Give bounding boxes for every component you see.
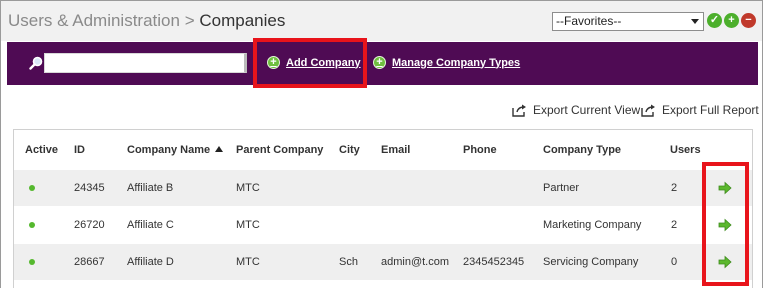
favorites-selected-value: --Favorites-- <box>556 14 622 28</box>
cell-company-type: Servicing Company <box>543 256 639 268</box>
search-icon <box>29 56 43 70</box>
export-full-report-button[interactable]: Export Full Report <box>641 103 759 117</box>
active-status-dot <box>29 222 35 228</box>
page-header: Users & Administration > Companies --Fav… <box>1 1 762 41</box>
cell-id: 24345 <box>74 182 105 194</box>
cell-phone: 2345452345 <box>463 256 525 268</box>
manage-company-types-label: Manage Company Types <box>392 56 521 69</box>
export-full-report-label: Export Full Report <box>662 103 759 117</box>
cell-city: Sch <box>339 256 358 268</box>
minus-icon[interactable]: − <box>741 13 756 28</box>
column-header-id[interactable]: ID <box>74 144 85 156</box>
cell-parent-company: MTC <box>236 256 260 268</box>
cell-parent-company: MTC <box>236 219 260 231</box>
export-icon <box>512 104 526 117</box>
column-header-company-type[interactable]: Company Type <box>543 144 621 156</box>
plus-circle-icon: + <box>373 56 386 69</box>
companies-table: Active ID Company Name Parent Company Ci… <box>13 129 753 288</box>
table-row[interactable]: 26720 Affiliate C MTC Marketing Company … <box>14 207 752 243</box>
toolbar: + Add Company + Manage Company Types <box>7 42 758 85</box>
cell-users: 2 <box>671 219 678 231</box>
export-current-view-button[interactable]: Export Current View <box>512 103 640 117</box>
highlight-add-company <box>253 38 367 88</box>
cell-parent-company: MTC <box>236 182 260 194</box>
column-header-email[interactable]: Email <box>381 144 410 156</box>
cell-users: 2 <box>671 182 678 194</box>
table-row[interactable]: 28667 Affiliate D MTC Sch admin@t.com 23… <box>14 244 752 280</box>
chevron-down-icon <box>691 19 699 24</box>
cell-users: 0 <box>671 256 678 268</box>
cell-id: 26720 <box>74 219 105 231</box>
cell-company-name: Affiliate B <box>127 182 174 194</box>
cell-company-name: Affiliate D <box>127 256 174 268</box>
column-header-phone[interactable]: Phone <box>463 144 497 156</box>
column-header-active[interactable]: Active <box>25 144 58 156</box>
cell-id: 28667 <box>74 256 105 268</box>
active-status-dot <box>29 185 35 191</box>
search-input[interactable] <box>44 53 247 73</box>
app-window: Users & Administration > Companies --Fav… <box>0 0 763 288</box>
column-header-city[interactable]: City <box>339 144 360 156</box>
check-icon[interactable]: ✓ <box>707 13 722 28</box>
breadcrumb-parent[interactable]: Users & Administration <box>8 11 180 30</box>
active-status-dot <box>29 259 35 265</box>
highlight-row-actions <box>702 162 749 286</box>
column-header-company-name[interactable]: Company Name <box>127 144 224 156</box>
favorites-select[interactable]: --Favorites-- <box>552 12 704 31</box>
sort-ascending-icon <box>215 146 224 152</box>
cell-company-type: Partner <box>543 182 580 194</box>
cell-email: admin@t.com <box>381 256 450 268</box>
column-header-parent-company[interactable]: Parent Company <box>236 144 323 156</box>
cell-company-type: Marketing Company <box>543 219 642 231</box>
breadcrumb-separator: > <box>184 11 195 30</box>
page-title: Companies <box>199 11 286 30</box>
manage-company-types-button[interactable]: + Manage Company Types <box>373 56 520 69</box>
cell-company-name: Affiliate C <box>127 219 174 231</box>
column-header-company-name-label: Company Name <box>127 144 211 156</box>
plus-icon[interactable]: + <box>724 13 739 28</box>
export-icon <box>641 104 655 117</box>
column-header-users[interactable]: Users <box>670 144 701 156</box>
table-row[interactable]: 24345 Affiliate B MTC Partner 2 <box>14 170 752 206</box>
breadcrumb: Users & Administration > Companies <box>8 11 285 31</box>
export-current-view-label: Export Current View <box>533 103 641 117</box>
